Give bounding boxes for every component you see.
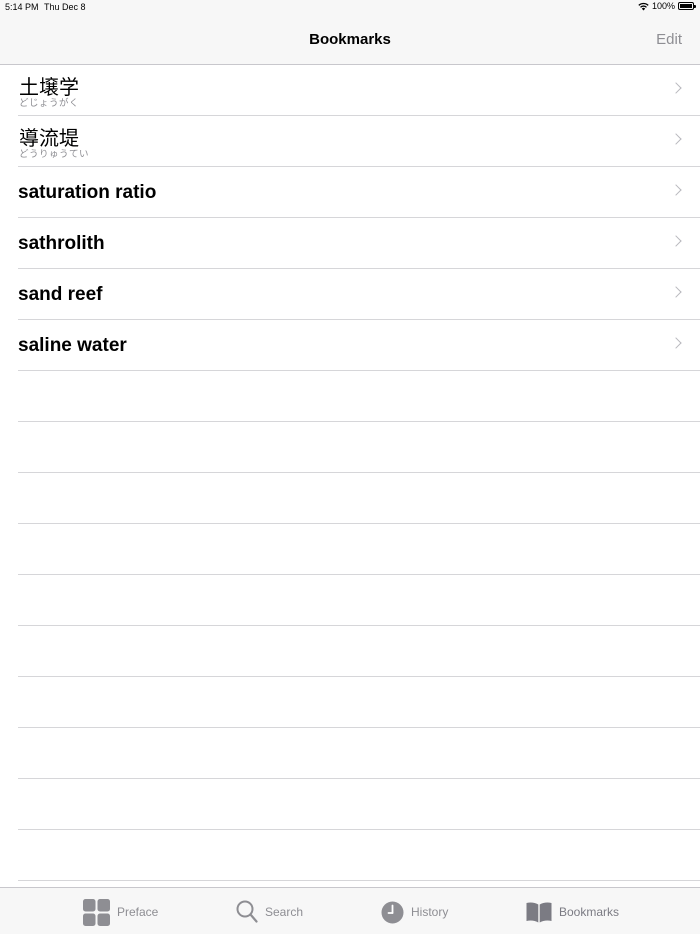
edit-button[interactable]: Edit [656,31,682,48]
empty-row [18,677,700,728]
navigation-bar: Bookmarks Edit [0,16,700,65]
list-item[interactable]: sand reef [18,269,700,320]
list-item[interactable]: saline water [18,320,700,371]
tab-bookmarks[interactable]: Bookmarks [526,898,619,926]
chevron-right-icon [670,337,682,349]
book-icon [526,902,552,922]
empty-row [18,626,700,677]
bookmark-term: saturation ratio [18,182,157,203]
chevron-right-icon [670,82,682,94]
page-title: Bookmarks [309,31,391,48]
tab-search[interactable]: Search [236,898,303,926]
empty-row [18,422,700,473]
tab-preface-label: Preface [117,905,159,919]
chevron-right-icon [670,286,682,298]
list-item[interactable]: saturation ratio [18,167,700,218]
bookmarks-screen: 5:14 PM Thu Dec 8 100% Bookmarks Edit 土壌… [0,0,700,934]
tab-bookmarks-label: Bookmarks [559,905,620,919]
empty-row [18,575,700,626]
bookmark-term: sand reef [18,284,103,305]
chevron-right-icon [670,184,682,196]
list-item[interactable]: sathrolith [18,218,700,269]
status-right: 100% [638,1,696,11]
status-bar: 5:14 PM Thu Dec 8 100% [0,0,700,16]
empty-row [18,371,700,422]
bookmark-term: saline water [18,335,127,356]
battery-percent: 100% [651,1,675,11]
chevron-right-icon [670,235,682,247]
status-date: Thu Dec 8 [44,2,86,12]
battery-icon [678,2,696,10]
bookmarks-list: 土壌学 どじょうがく 導流堤 どうりゅうてい saturation ratio … [0,65,700,881]
chevron-right-icon [670,133,682,145]
empty-row [18,473,700,524]
empty-row [18,728,700,779]
bookmark-reading: どうりゅうてい [19,149,90,160]
status-time: 5:14 PM [5,2,39,12]
tab-bar: Preface Search History Bookmarks [0,887,700,934]
list-item[interactable]: 導流堤 どうりゅうてい [18,116,700,167]
bookmark-reading: どじょうがく [19,98,80,109]
clock-icon [381,901,404,923]
empty-row [18,524,700,575]
search-icon [236,900,258,923]
grid-icon [83,898,110,926]
bookmark-term: sathrolith [18,233,105,254]
tab-history-label: History [411,905,449,919]
tab-history[interactable]: History [381,898,448,926]
empty-row [18,830,700,881]
tab-preface[interactable]: Preface [83,898,158,926]
tab-search-label: Search [265,905,304,919]
empty-row [18,779,700,830]
wifi-icon [638,2,649,10]
list-item[interactable]: 土壌学 どじょうがく [18,65,700,116]
